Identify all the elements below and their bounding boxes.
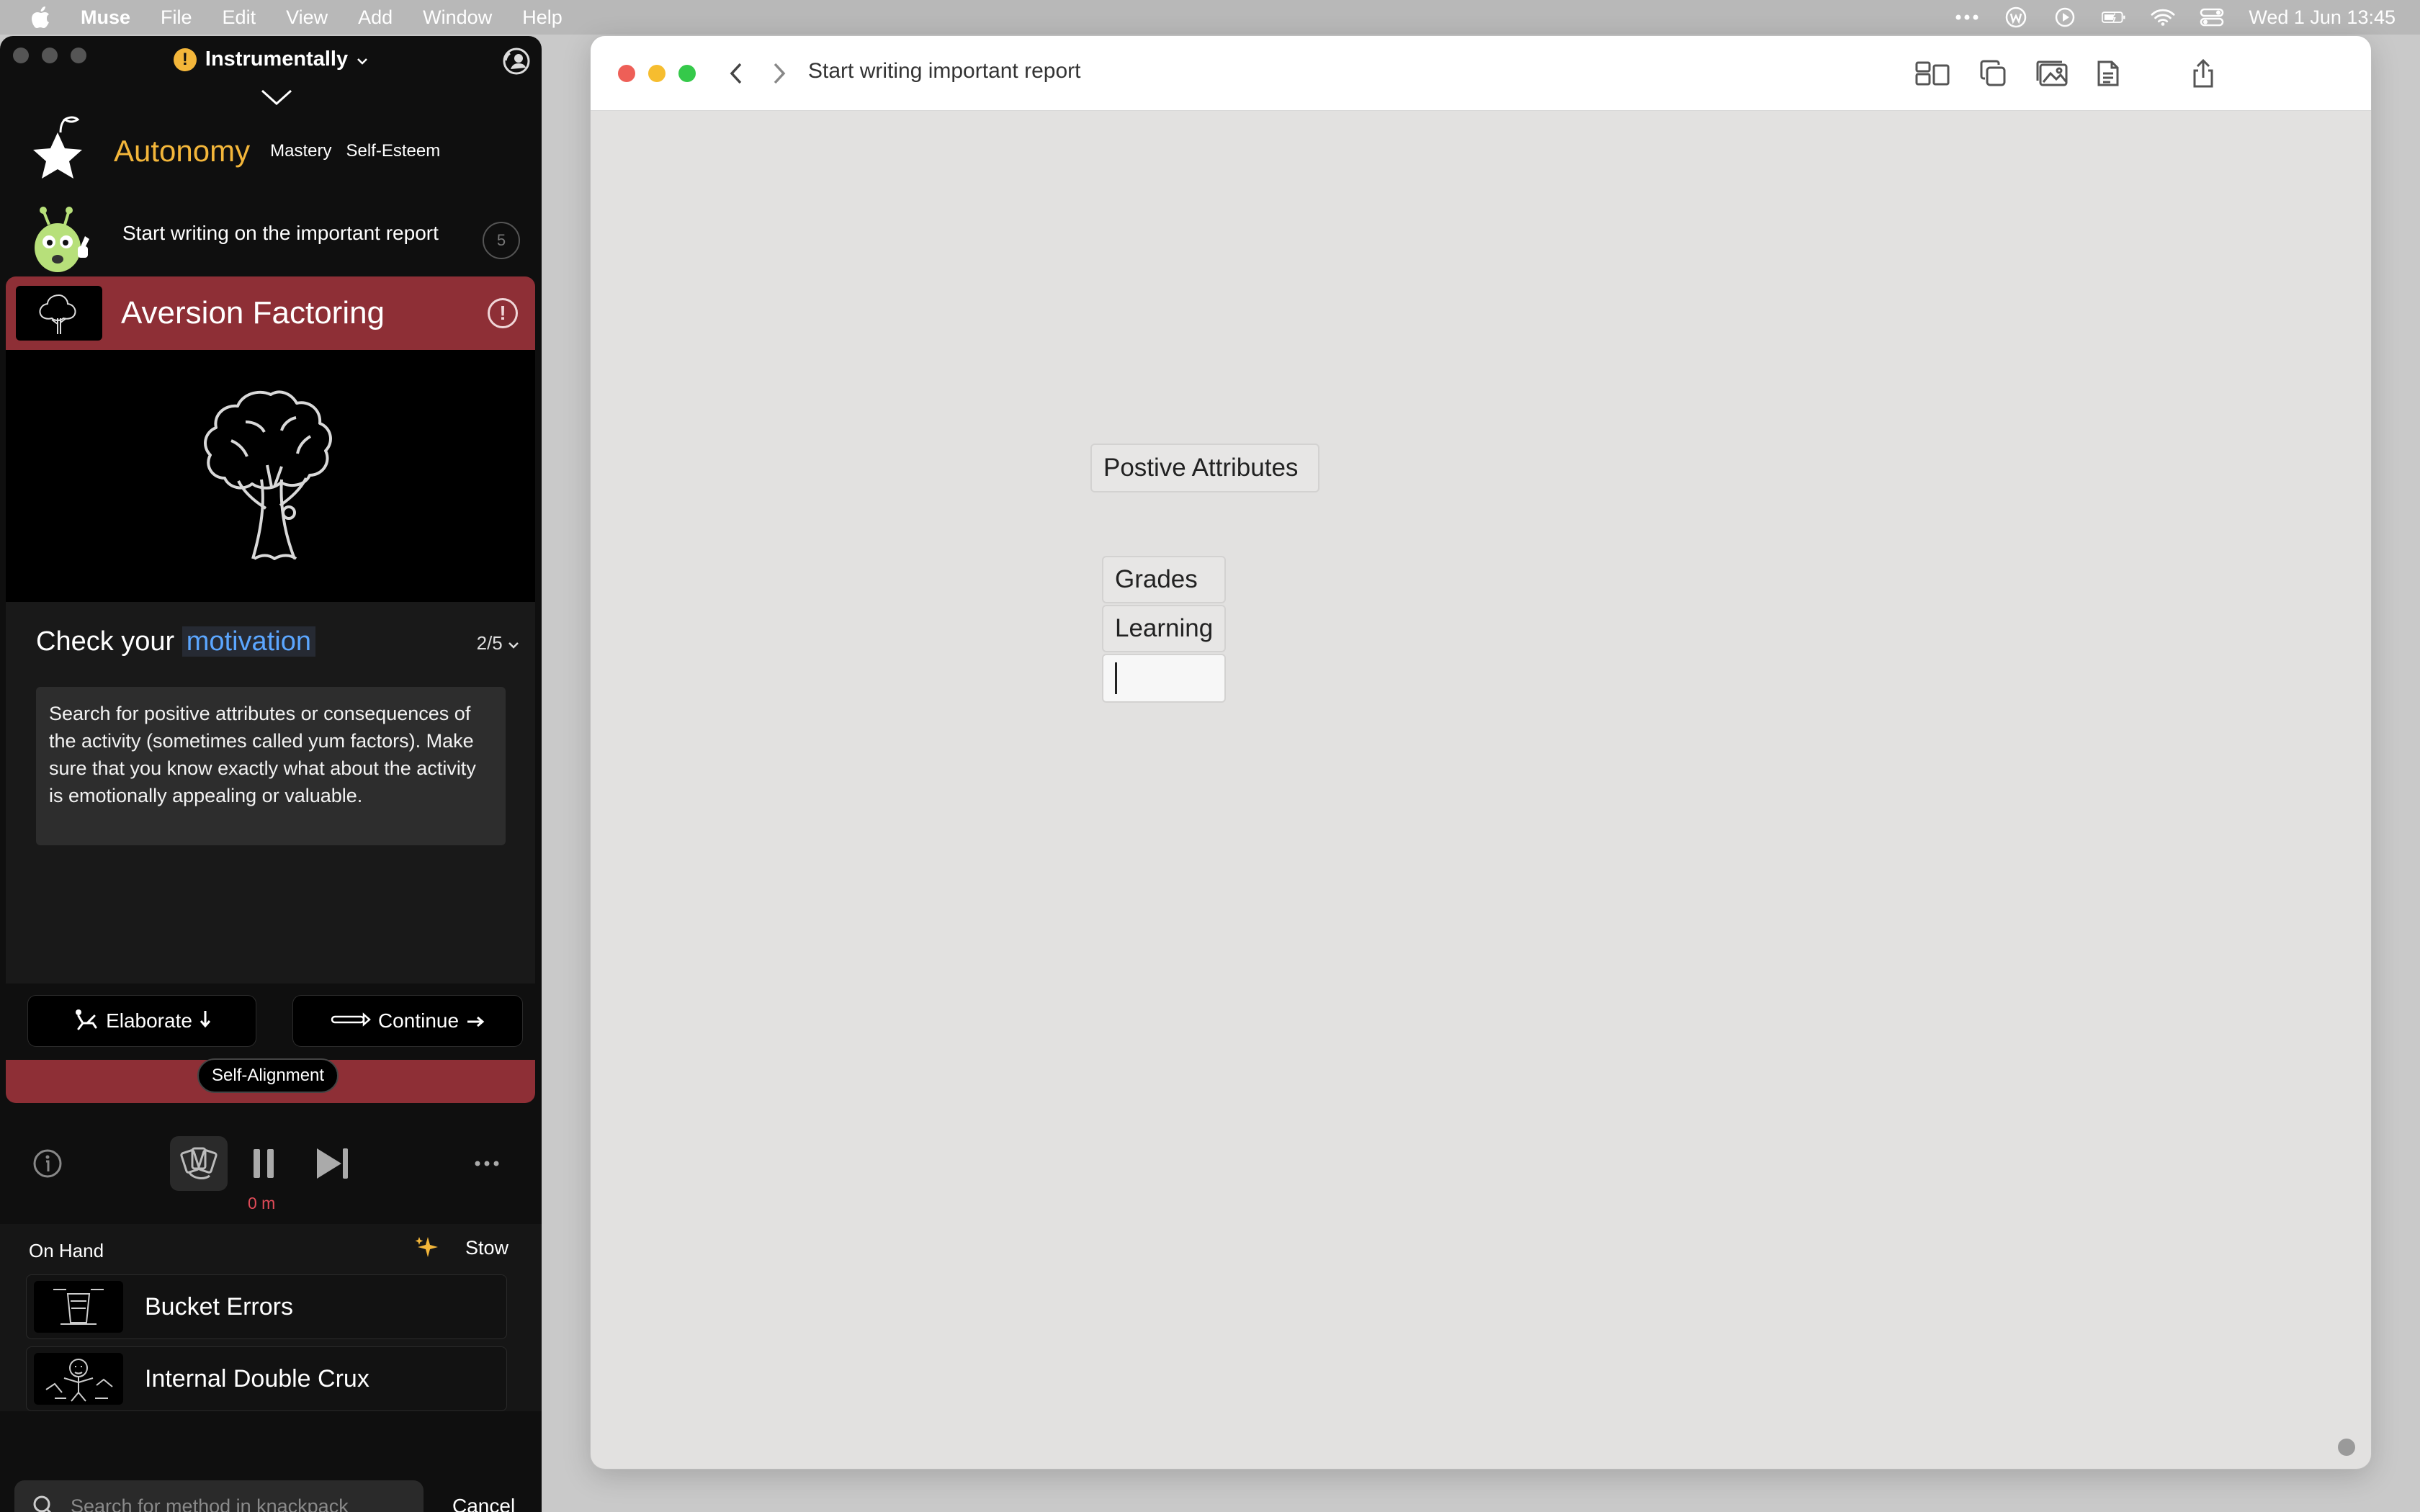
pause-icon[interactable] [248, 1143, 279, 1184]
image-gallery-icon[interactable] [2033, 56, 2071, 91]
cards-hand-icon[interactable] [170, 1136, 228, 1191]
chevron-down-icon [508, 632, 519, 654]
on-hand-item[interactable]: Internal Double Crux [26, 1346, 507, 1411]
method-title: Aversion Factoring [121, 295, 385, 330]
star-sprout-icon [23, 114, 92, 189]
apple-logo-icon[interactable] [30, 6, 52, 28]
on-hand-item[interactable]: Bucket Errors [26, 1274, 507, 1339]
cancel-button[interactable]: Cancel [452, 1495, 515, 1512]
panel-title: Instrumentally [205, 48, 349, 71]
board-layout-icon[interactable] [1913, 56, 1952, 91]
lounge-figure-icon [73, 1007, 99, 1035]
close-button[interactable] [618, 65, 635, 82]
continue-label: Continue [377, 1009, 460, 1032]
need-mastery[interactable]: Mastery [270, 141, 331, 161]
menu-file[interactable]: File [161, 6, 192, 29]
w-circle-icon[interactable] [2004, 6, 2028, 28]
method-info-icon[interactable]: ! [488, 298, 518, 328]
tree-thumbnail-icon [16, 286, 102, 341]
panel-title-menu[interactable]: ! Instrumentally [0, 48, 542, 71]
more-dots-icon[interactable] [1955, 6, 1979, 28]
menu-edit[interactable]: Edit [223, 6, 256, 29]
on-hand-item-name: Internal Double Crux [145, 1364, 369, 1392]
bucket-thumbnail-icon [34, 1281, 123, 1333]
step-progress-dropdown[interactable]: 2/5 [477, 632, 519, 654]
collapse-chevron-icon[interactable] [259, 86, 294, 108]
need-autonomy[interactable]: Autonomy [114, 134, 250, 168]
step-heading-prefix: Check your [36, 626, 175, 657]
document-icon[interactable] [2089, 56, 2128, 91]
step-heading: Check your motivation [36, 626, 315, 657]
muse-window: Start writing important report Postive A… [591, 36, 2371, 1469]
search-icon [32, 1494, 56, 1512]
back-chevron-icon[interactable] [720, 58, 752, 89]
warning-icon: ! [173, 48, 197, 71]
tree-illustration-icon [6, 350, 535, 602]
need-self-esteem[interactable]: Self-Esteem [346, 141, 440, 161]
step-description: Search for positive attributes or conseq… [36, 687, 506, 845]
canvas-card[interactable]: Grades [1102, 556, 1226, 603]
stow-button[interactable]: Stow [465, 1237, 508, 1259]
more-options-icon[interactable] [472, 1156, 501, 1171]
self-alignment-tag[interactable]: Self-Alignment [197, 1058, 339, 1093]
alien-mascot-icon [27, 206, 92, 278]
elapsed-time: 0 m [248, 1194, 276, 1212]
muse-toolbar: Start writing important report [591, 36, 2371, 111]
step-panel: Check your motivation 2/5 Search for pos… [6, 602, 535, 1047]
chevron-down-icon [357, 48, 368, 71]
sparkle-icon[interactable] [415, 1234, 441, 1260]
share-icon[interactable] [2184, 56, 2223, 91]
elaborate-label: Elaborate [106, 1009, 192, 1032]
battery-icon[interactable] [2102, 6, 2126, 28]
status-dot[interactable] [2338, 1439, 2355, 1456]
arrow-right-icon [466, 1009, 485, 1032]
clock[interactable]: Wed 1 Jun 13:45 [2249, 6, 2396, 29]
canvas-card-editing[interactable] [1102, 654, 1226, 703]
need-row: Autonomy Mastery Self-Esteem [23, 114, 440, 189]
flute-icon [331, 1009, 371, 1032]
user-switch-icon[interactable] [501, 46, 532, 76]
text-cursor [1115, 662, 1117, 694]
menu-bar: Muse File Edit View Add Window Help Wed … [0, 0, 2420, 35]
menu-window[interactable]: Window [423, 6, 492, 29]
instrumentally-panel: ! Instrumentally Autonomy Mastery Self-E… [0, 36, 542, 1512]
play-circle-icon[interactable] [2053, 6, 2077, 28]
menu-app-name[interactable]: Muse [81, 6, 130, 29]
knackpack-search [14, 1480, 424, 1512]
info-circle-icon[interactable] [32, 1148, 63, 1179]
task-timer-badge[interactable]: 5 [483, 222, 520, 259]
board-title[interactable]: Start writing important report [808, 59, 1080, 84]
canvas-card[interactable]: Learning [1102, 605, 1226, 652]
control-center-icon[interactable] [2200, 6, 2224, 28]
menu-help[interactable]: Help [522, 6, 563, 29]
board-canvas[interactable]: Postive Attributes Grades Learning [591, 111, 2371, 1469]
wifi-icon[interactable] [2151, 6, 2175, 28]
step-heading-highlight[interactable]: motivation [182, 626, 315, 657]
duplicate-icon[interactable] [1973, 56, 2012, 91]
window-controls [618, 65, 696, 82]
forward-chevron-icon[interactable] [763, 58, 795, 89]
player-controls: 0 m [0, 1136, 542, 1215]
current-task[interactable]: Start writing on the important report 5 [27, 206, 524, 285]
menu-view[interactable]: View [286, 6, 328, 29]
arrow-down-icon [200, 1009, 211, 1033]
continue-button[interactable]: Continue [292, 995, 523, 1047]
menu-add[interactable]: Add [358, 6, 393, 29]
step-progress: 2/5 [476, 632, 503, 654]
skip-forward-icon[interactable] [313, 1143, 353, 1184]
on-hand-section: On Hand Stow Bucket Errors Internal Doub… [0, 1224, 542, 1411]
double-crux-thumbnail-icon [34, 1353, 123, 1405]
minimize-button[interactable] [648, 65, 666, 82]
canvas-card-heading[interactable]: Postive Attributes [1090, 444, 1319, 492]
on-hand-item-name: Bucket Errors [145, 1292, 293, 1320]
zoom-button[interactable] [678, 65, 696, 82]
search-input[interactable] [71, 1495, 416, 1512]
elaborate-button[interactable]: Elaborate [27, 995, 256, 1047]
on-hand-label: On Hand [29, 1240, 104, 1261]
task-text: Start writing on the important report [122, 222, 439, 244]
status-area: Wed 1 Jun 13:45 [1955, 0, 2396, 35]
method-card-header: Aversion Factoring ! [6, 276, 535, 350]
